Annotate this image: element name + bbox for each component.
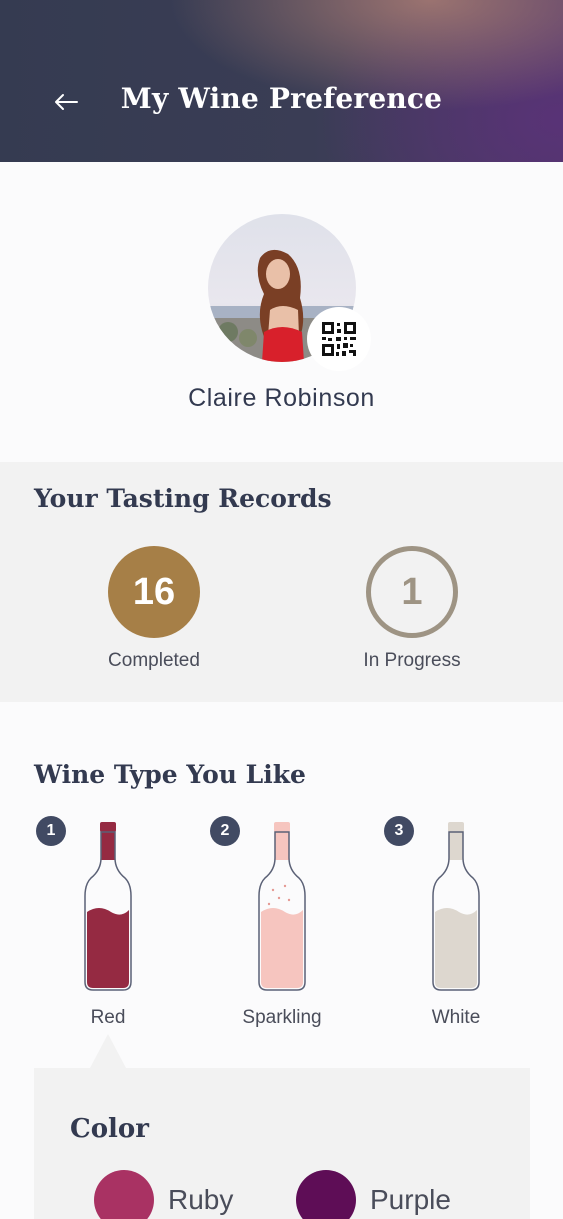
color-option-ruby[interactable]: Ruby — [94, 1170, 233, 1219]
qr-code-icon — [322, 322, 356, 356]
completed-label: Completed — [108, 650, 200, 671]
app-header: My Wine Preference — [0, 0, 563, 162]
wine-type-title: Wine Type You Like — [34, 760, 306, 789]
ruby-swatch — [94, 1170, 154, 1219]
in-progress-label: In Progress — [363, 650, 461, 671]
color-panel: Color Ruby Purple — [34, 1068, 530, 1219]
color-option-purple[interactable]: Purple — [296, 1170, 451, 1219]
color-option-label-purple: Purple — [370, 1184, 451, 1215]
panel-pointer — [90, 1034, 126, 1068]
color-panel-title: Color — [70, 1114, 149, 1144]
qr-code-button[interactable] — [307, 307, 371, 371]
purple-swatch — [296, 1170, 356, 1219]
white-wine-bottle-icon — [432, 822, 480, 991]
in-progress-stat[interactable]: 1 In Progress — [332, 546, 492, 672]
wine-type-label-red: Red — [90, 1007, 126, 1028]
wine-type-sparkling[interactable]: Sparkling — [212, 820, 352, 1029]
profile-name: Claire Robinson — [188, 384, 375, 412]
sparkling-wine-bottle-icon — [258, 822, 306, 991]
profile-avatar-group — [208, 214, 371, 371]
wine-type-label-white: White — [431, 1007, 481, 1028]
tasting-records-section: Your Tasting Records 16 Completed 1 In P… — [0, 462, 563, 702]
in-progress-count: 1 — [366, 546, 458, 638]
wine-type-white[interactable]: White — [386, 820, 526, 1029]
wine-type-red[interactable]: Red — [38, 820, 178, 1029]
color-option-label-ruby: Ruby — [168, 1184, 234, 1215]
page-title: My Wine Preference — [120, 82, 443, 115]
tasting-records-title: Your Tasting Records — [34, 484, 332, 513]
red-wine-bottle-icon — [84, 822, 132, 991]
completed-count: 16 — [108, 546, 200, 638]
completed-stat[interactable]: 16 Completed — [74, 546, 234, 672]
wine-type-label-sparkling: Sparkling — [242, 1007, 322, 1028]
